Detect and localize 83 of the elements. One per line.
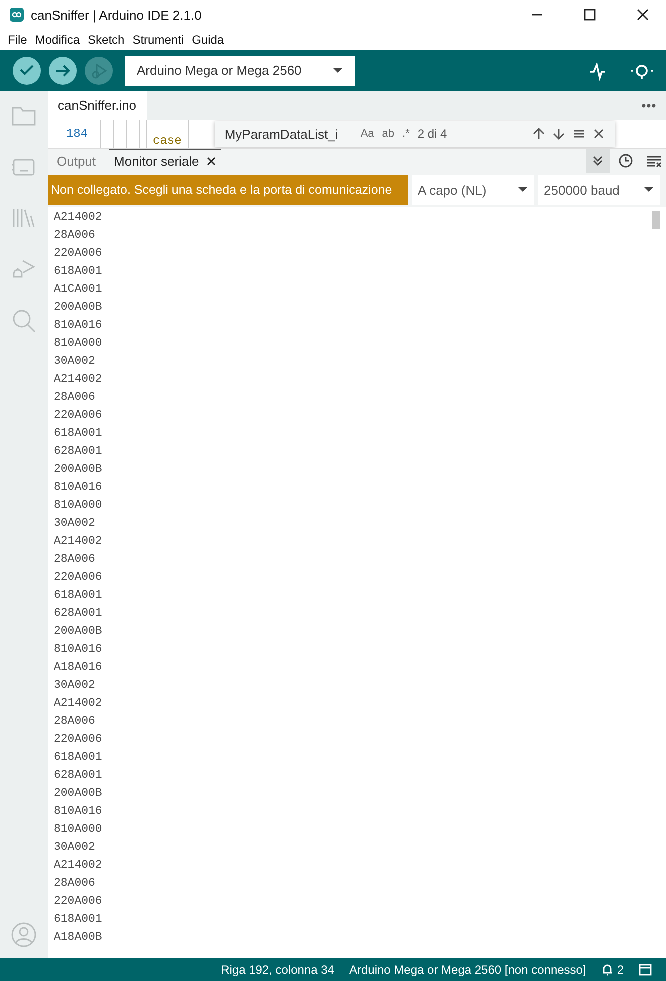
output-line: 28A006 [54, 390, 96, 406]
output-line: 810A016 [54, 480, 102, 496]
output-line: 220A006 [54, 246, 102, 262]
menu-item[interactable]: Modifica [31, 33, 84, 47]
output-line: 28A006 [54, 714, 96, 730]
output-line: 810A016 [54, 642, 102, 658]
output-line: A214002 [54, 696, 102, 712]
notification-bell-icon[interactable] [601, 963, 614, 976]
status-message: Non collegato. Scegli una scheda e la porta di comunicazione [48, 175, 408, 205]
caret-icon [644, 187, 654, 193]
output-line: 618A001 [54, 912, 102, 928]
line-ending-dropdown[interactable]: A capo (NL) [412, 175, 534, 205]
output-line: 220A006 [54, 408, 102, 424]
output-line: A214002 [54, 210, 102, 226]
window-title: canSniffer | Arduino IDE 2.1.0 [31, 8, 202, 22]
output-line: 618A001 [54, 264, 102, 280]
caret-icon [333, 68, 343, 74]
output-line: 618A001 [54, 750, 102, 766]
output-line: 200A00B [54, 786, 102, 802]
verify-button[interactable] [13, 56, 41, 84]
board-status: Arduino Mega or Mega 2560 [non connesso] [349, 962, 586, 976]
autoscroll-icon[interactable] [592, 155, 604, 167]
menu-item[interactable]: Strumenti [128, 33, 188, 47]
menu-item[interactable]: File [4, 33, 32, 47]
output-line: 30A002 [54, 678, 96, 694]
output-line: 220A006 [54, 570, 102, 586]
output-line: 200A00B [54, 624, 102, 640]
baud-rate-dropdown[interactable]: 250000 baud [538, 175, 660, 205]
menu-item[interactable]: Sketch [84, 33, 129, 47]
output-line: 200A00B [54, 462, 102, 478]
output-line: 28A006 [54, 552, 96, 568]
serial-plotter-icon[interactable] [588, 60, 608, 80]
panel-toggle-icon[interactable] [639, 964, 652, 976]
maximize-icon[interactable] [584, 9, 596, 21]
output-line: A18A00B [54, 930, 102, 946]
output-line: 220A006 [54, 894, 102, 910]
scrollbar-thumb[interactable] [652, 211, 660, 229]
line-number: 184 [65, 127, 89, 141]
cursor-position: Riga 192, colonna 34 [221, 962, 334, 976]
close-icon[interactable] [592, 128, 605, 140]
caret-icon [518, 187, 528, 193]
output-line: A214002 [54, 372, 102, 388]
output-line: 810A016 [54, 804, 102, 820]
output-line: 810A000 [54, 336, 102, 352]
output-line: A1CA001 [54, 282, 102, 298]
panel-tab[interactable]: Output [52, 149, 102, 173]
close-icon[interactable] [637, 9, 649, 21]
notification-count[interactable]: 2 [617, 962, 624, 976]
match-count: 2 di 4 [418, 127, 448, 141]
output-line: 810A000 [54, 822, 102, 838]
output-line: 220A006 [54, 732, 102, 748]
output-line: 28A006 [54, 228, 96, 244]
menu-item[interactable]: Guida [188, 33, 228, 47]
output-line: 30A002 [54, 840, 96, 856]
more-icon[interactable] [642, 104, 656, 108]
find-field[interactable]: MyParamDataList_i [224, 126, 353, 142]
output-line: 200A00B [54, 300, 102, 316]
clock-icon[interactable] [619, 154, 633, 168]
output-line: 618A001 [54, 588, 102, 604]
whole-word-toggle[interactable]: ab [382, 128, 395, 140]
close-icon[interactable] [207, 157, 216, 166]
output-line: 810A016 [54, 318, 102, 334]
output-line: 810A000 [54, 498, 102, 514]
output-line: 30A002 [54, 516, 96, 532]
output-line: 628A001 [54, 444, 102, 460]
board-selector[interactable]: Arduino Mega or Mega 2560 [125, 56, 355, 86]
app-logo-icon [10, 8, 24, 22]
output-line: 618A001 [54, 426, 102, 442]
output-line: A214002 [54, 534, 102, 550]
upload-button[interactable] [49, 56, 77, 84]
previous-match-icon[interactable] [532, 128, 545, 140]
regex-toggle[interactable]: .* [402, 128, 410, 140]
match-case-toggle[interactable]: Aa [360, 128, 374, 140]
file-tab[interactable]: canSniffer.ino [48, 91, 147, 120]
selection-icon[interactable] [572, 128, 585, 140]
next-match-icon[interactable] [552, 128, 565, 140]
output-line: 28A006 [54, 876, 96, 892]
output-line: 30A002 [54, 354, 96, 370]
clear-output-icon[interactable] [646, 155, 662, 167]
output-line: A214002 [54, 858, 102, 874]
output-line: A18A016 [54, 660, 102, 676]
output-line: 628A001 [54, 606, 102, 622]
output-line: 628A001 [54, 768, 102, 784]
